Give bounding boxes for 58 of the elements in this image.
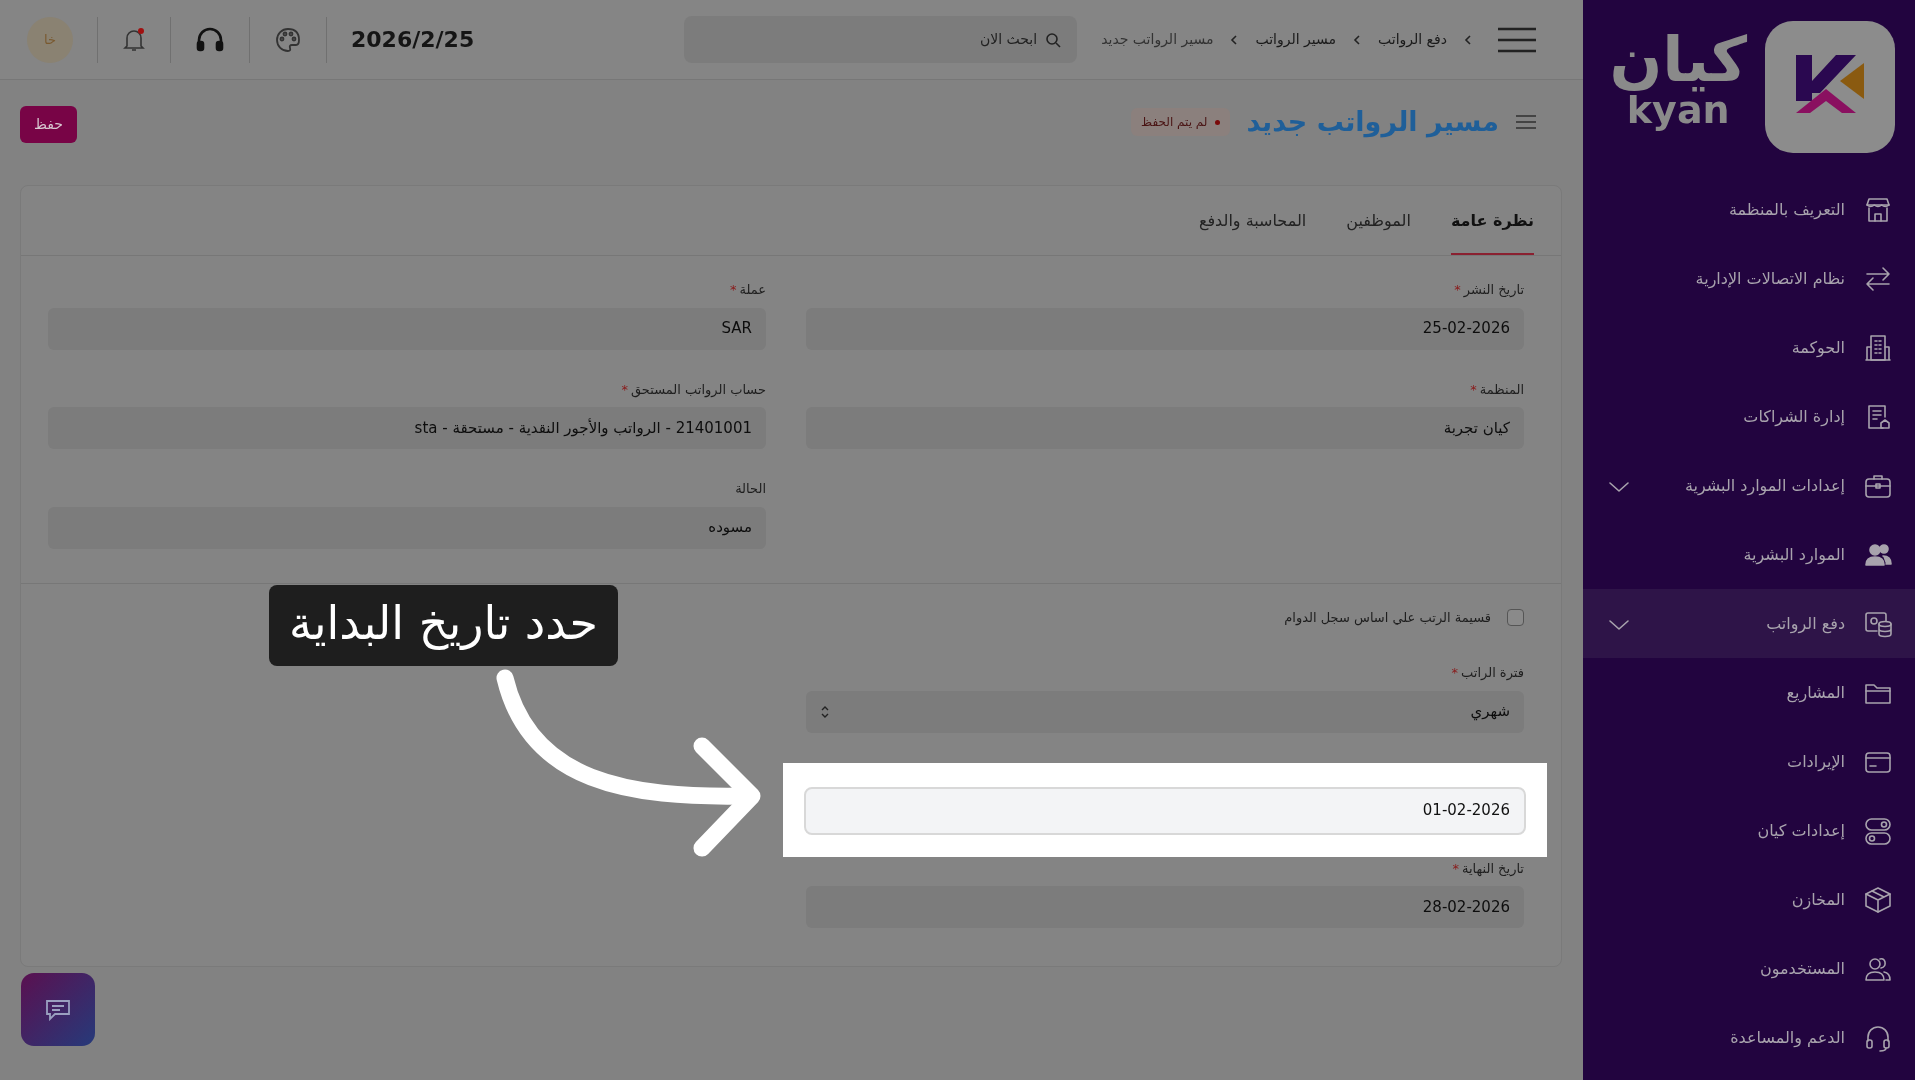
checkbox[interactable] (1507, 608, 1524, 626)
field-label: الحالة (734, 480, 766, 498)
status-badge: لم يتم الحفظ (1131, 108, 1231, 137)
sidebar-item[interactable]: إعدادات كيان (1583, 796, 1915, 865)
date-text: 2026/2/25 (351, 26, 475, 54)
sidebar-item[interactable]: المستخدمون (1583, 934, 1915, 1003)
chevron-left-icon (1352, 33, 1362, 46)
input-field[interactable]: مسوده (48, 506, 766, 549)
search-field[interactable]: ابحث الان (684, 16, 1078, 63)
field-label: حساب الرواتب المستحق * (620, 380, 766, 399)
sidebar-item[interactable]: التعريف بالمنظمة (1583, 175, 1915, 244)
field-label: تاريخ النهاية * (1451, 859, 1524, 878)
field-label: المنظمة * (1469, 380, 1524, 399)
page-title: مسير الرواتب جديد (1246, 106, 1499, 139)
breadcrumb-link[interactable]: مسير الرواتب (1255, 29, 1336, 50)
save-button[interactable]: حفظ (20, 106, 78, 143)
sidebar-item[interactable]: الحوكمة (1583, 313, 1915, 382)
breadcrumb-link[interactable]: دفع الرواتب (1378, 29, 1447, 50)
status-dot-icon (1215, 119, 1221, 125)
chevron-left-icon (1463, 33, 1473, 46)
select-field[interactable]: شهري (806, 690, 1524, 733)
toggle-icon (1863, 815, 1893, 846)
palette-icon[interactable] (274, 25, 302, 54)
search-icon (1045, 31, 1062, 48)
sidebar-item[interactable]: المخازن (1583, 865, 1915, 934)
checkbox-label: قسيمة الرتب علي اساس سجل الدوام (1284, 608, 1491, 627)
sidebar-item[interactable]: المشاريع (1583, 658, 1915, 727)
sidebar-item[interactable]: نظام الاتصالات الإدارية (1583, 244, 1915, 313)
sidebar-item[interactable]: إعدادات الموارد البشرية (1583, 451, 1915, 520)
headset-icon[interactable] (195, 25, 225, 54)
input-field[interactable]: 28-02-2026 (806, 886, 1524, 928)
tab[interactable]: الموظفين (1346, 208, 1411, 255)
logo-text: kyan (1626, 91, 1730, 129)
input-field[interactable]: 21401001 - الرواتب والأجور النقدية - مستحقة - sta (48, 407, 766, 449)
logo-text: كيان (1609, 29, 1747, 91)
input-field[interactable]: 01-02-2026 (804, 786, 1526, 835)
field-label: تاريخ النشر * (1453, 281, 1524, 300)
box-icon (1863, 884, 1893, 915)
sidebar-item[interactable]: الدعم والمساعدة (1583, 1003, 1915, 1072)
chat-icon (45, 998, 71, 1021)
sidebar-item[interactable]: دفع الرواتب (1583, 589, 1915, 658)
menu-icon[interactable] (1497, 26, 1537, 53)
sidebar-item[interactable]: إدارة الشراكات (1583, 382, 1915, 451)
bell-icon[interactable] (122, 26, 146, 53)
field-label: فترة الراتب * (1450, 664, 1524, 683)
sidebar-item[interactable]: الإيرادات (1583, 727, 1915, 796)
chat-button[interactable] (21, 973, 95, 1046)
input-field[interactable]: 25-02-2026 (806, 307, 1524, 350)
chevron-left-icon (1229, 33, 1240, 46)
input-field[interactable]: SAR (48, 307, 766, 350)
field-label: عملة * (728, 281, 766, 299)
list-icon[interactable] (1515, 114, 1537, 131)
tab[interactable]: المحاسبة والدفع (1198, 208, 1307, 255)
input-field[interactable]: كيان تجربة (806, 407, 1524, 449)
sidebar-item[interactable]: الموارد البشرية (1583, 520, 1915, 589)
tutorial-callout: حدد تاريخ البداية (269, 585, 618, 666)
tab[interactable]: نظرة عامة (1450, 208, 1534, 255)
building-icon (1863, 332, 1893, 363)
